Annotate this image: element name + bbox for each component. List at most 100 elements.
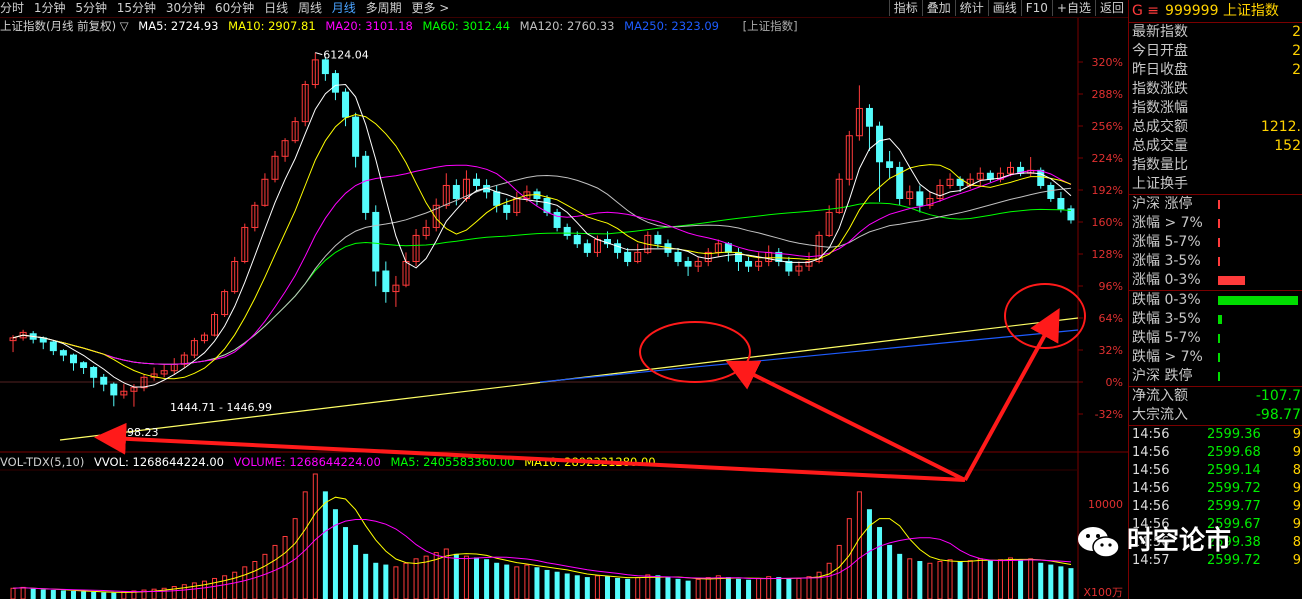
quote-row: 上证换手: [1129, 175, 1302, 194]
volume-bar: [463, 555, 469, 599]
annotation-arrow: [963, 307, 1060, 481]
tick-volume: 9: [1292, 427, 1301, 442]
volume-bar: [262, 553, 268, 599]
tick-price: 2599.36: [1207, 427, 1261, 442]
kline-chart[interactable]: 320% 288% 256% 224% 192% 160% 128% 96% 64% 32% 0% -…: [0, 0, 1128, 599]
y-axis-label: 0%: [1106, 376, 1123, 389]
volume-bar: [403, 562, 409, 599]
flow-fields: 净流入额 -107.7 大宗流入 -98.77: [1129, 386, 1302, 425]
volume-bar: [222, 575, 228, 599]
breadth-down: 跌幅 0-3% 跌幅 3-5% 跌幅 5-7% 跌幅 > 7% 沪深 跌停: [1129, 290, 1302, 386]
breadth-row: 跌幅 3-5%: [1129, 310, 1302, 329]
quote-name: 上证指数: [1222, 3, 1279, 19]
volume-bar: [695, 578, 701, 599]
volume-bar: [826, 562, 832, 599]
volume-bar: [302, 491, 308, 599]
volume-bar: [1038, 562, 1044, 599]
volume-bar: [625, 578, 631, 599]
quote-prefix[interactable]: G ≡: [1132, 3, 1159, 19]
volume-bar: [504, 564, 510, 599]
volume-bar: [1048, 564, 1054, 599]
volume-bar: [584, 577, 590, 599]
y-axis-label: 320%: [1092, 56, 1123, 69]
breadth-bar: [1218, 238, 1220, 247]
quote-row: 指数涨幅: [1129, 99, 1302, 118]
flow-value: -107.7: [1255, 388, 1301, 404]
candle-body: [573, 234, 581, 245]
y-axis-label: 256%: [1092, 120, 1123, 133]
volume-bar: [50, 590, 56, 599]
watermark-text: 时空论市: [1127, 526, 1232, 556]
quote-row: 最新指数 2: [1129, 23, 1302, 42]
volume-bar: [91, 591, 97, 599]
quote-row: 昨日收盘 2: [1129, 61, 1302, 80]
quote-label: 上证换手: [1132, 176, 1188, 192]
y-axis-label: 288%: [1092, 88, 1123, 101]
tick-volume: 9: [1292, 517, 1301, 532]
candle-body: [785, 260, 793, 272]
tick-price: 2599.68: [1207, 445, 1261, 460]
candle-body: [473, 178, 481, 186]
quote-label: 今日开盘: [1132, 43, 1188, 59]
volume-bar: [746, 579, 752, 599]
quote-label: 昨日收盘: [1132, 62, 1188, 78]
candle-body: [80, 362, 88, 368]
tick-time: 14:56: [1132, 427, 1170, 442]
quote-label: 指数涨跌: [1132, 81, 1188, 97]
volume-bar: [806, 576, 812, 599]
vol-axis-label: 10000: [1088, 498, 1123, 511]
volume-bar: [907, 558, 913, 599]
volume-bar: [312, 473, 318, 599]
volume-bar: [232, 571, 238, 599]
volume-bar: [121, 591, 127, 599]
breadth-bar: [1218, 200, 1220, 209]
quote-value: 2: [1292, 43, 1301, 59]
breadth-row: 涨幅 0-3%: [1129, 271, 1302, 290]
breadth-row: 跌幅 0-3%: [1129, 291, 1302, 310]
volume-bar: [897, 553, 903, 599]
breadth-row: 涨幅 3-5%: [1129, 252, 1302, 271]
tick-price: 2599.14: [1207, 463, 1261, 478]
flow-row: 大宗流入 -98.77: [1129, 406, 1302, 425]
candle-body: [100, 376, 108, 385]
candle-body: [331, 73, 339, 93]
volume-bar: [413, 558, 419, 599]
volume-bar: [453, 553, 459, 599]
y-axis-label: 160%: [1092, 216, 1123, 229]
volume-bar: [957, 561, 963, 599]
volume-bar: [675, 578, 681, 599]
quote-value: 2: [1292, 24, 1301, 40]
breadth-label: 涨幅 > 7%: [1132, 215, 1203, 231]
ma120-line: [12, 174, 1072, 365]
high-pointer: [315, 52, 323, 56]
highlight-circle: [639, 321, 751, 383]
ma10-line: [12, 113, 1072, 380]
volume-bar: [201, 580, 207, 599]
quote-value: 152: [1274, 138, 1301, 154]
candle-body: [543, 197, 551, 213]
candle-body: [452, 184, 460, 199]
wechat-logo-icon: [1078, 526, 1120, 558]
candle-body: [69, 354, 77, 364]
flow-label: 净流入额: [1132, 388, 1188, 404]
volume-bar: [181, 584, 187, 599]
candle-body: [1057, 197, 1065, 210]
tick-time: 14:56: [1132, 499, 1170, 514]
volume-bar: [554, 571, 560, 599]
volume-bar: [30, 588, 36, 599]
candle-body: [1047, 184, 1055, 199]
volume-bar: [615, 577, 621, 599]
volume-bar: [1008, 557, 1014, 599]
tick-time: 14:56: [1132, 445, 1170, 460]
candle-body: [382, 270, 390, 293]
volume-ma-line: [12, 519, 1072, 593]
candle-body: [654, 234, 662, 245]
volume-bar: [604, 576, 610, 599]
volume-bar: [947, 559, 953, 599]
candle-body: [745, 260, 753, 267]
tick-price: 2599.72: [1207, 481, 1261, 496]
candle-body: [674, 251, 682, 262]
volume-bar: [987, 560, 993, 599]
volume-bar: [191, 582, 197, 599]
volume-bar: [514, 566, 520, 599]
